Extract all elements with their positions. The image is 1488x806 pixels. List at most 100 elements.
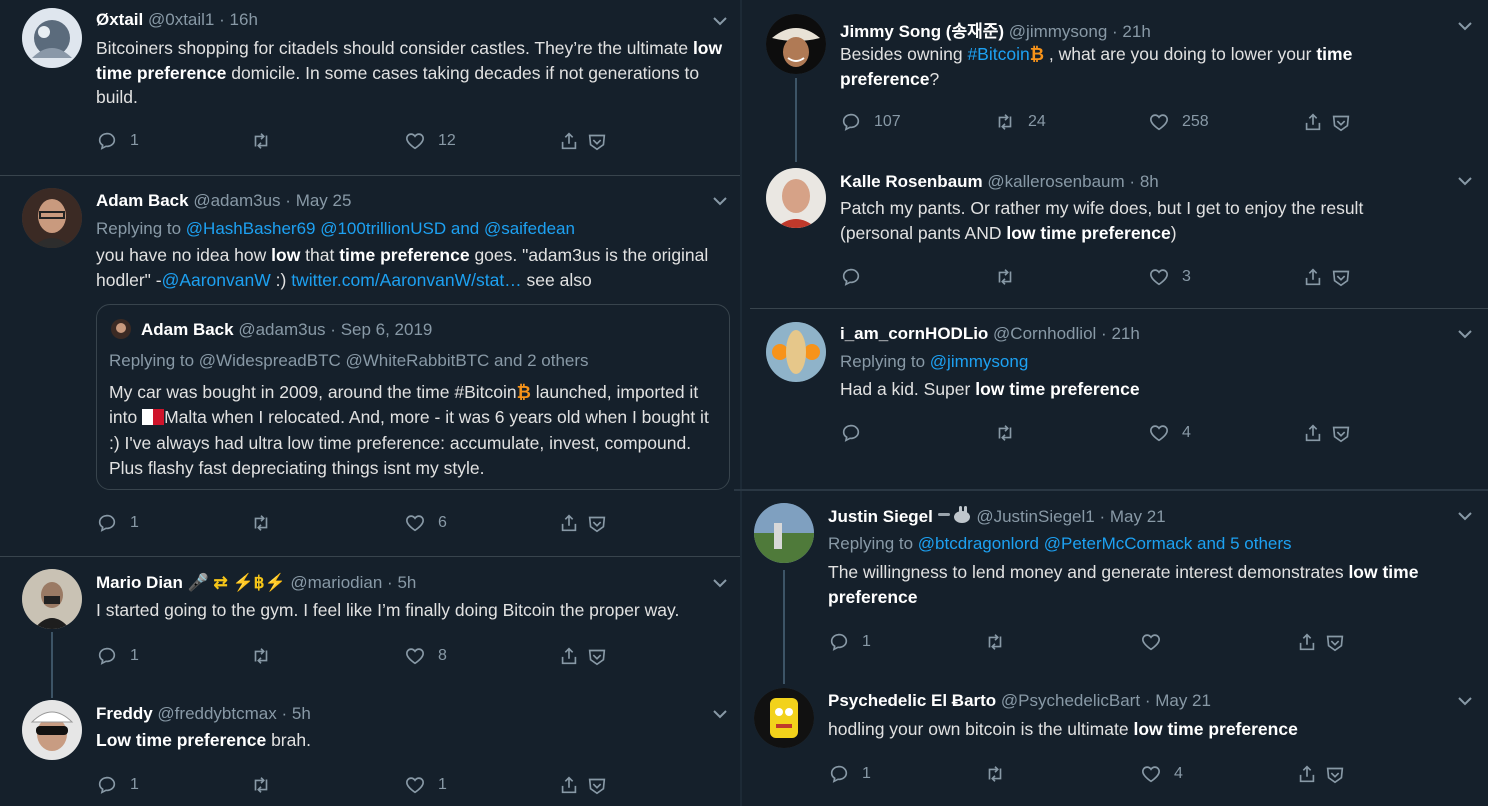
timestamp[interactable]: May 21 xyxy=(1155,691,1211,710)
like-button[interactable]: 1 xyxy=(404,773,447,797)
display-name[interactable]: Jimmy Song (송재준) xyxy=(840,22,1004,41)
bookmark-icon[interactable] xyxy=(586,774,608,796)
avatar[interactable] xyxy=(754,503,814,563)
avatar[interactable] xyxy=(22,8,82,68)
handle[interactable]: @jimmysong xyxy=(1009,22,1108,41)
like-button[interactable]: 12 xyxy=(404,129,456,153)
share-button[interactable] xyxy=(1302,421,1352,445)
handle[interactable]: @JustinSiegel1 xyxy=(976,507,1094,526)
retweet-button[interactable] xyxy=(984,762,1018,786)
handle[interactable]: @PsychedelicBart xyxy=(1001,691,1140,710)
bookmark-icon[interactable] xyxy=(586,130,608,152)
timestamp[interactable]: 21h xyxy=(1122,22,1150,41)
bookmark-icon[interactable] xyxy=(1330,111,1352,133)
handle[interactable]: @freddybtcmax xyxy=(157,704,276,723)
like-button[interactable]: 4 xyxy=(1148,421,1191,445)
avatar[interactable] xyxy=(22,188,82,248)
retweet-button[interactable] xyxy=(984,630,1018,654)
retweet-button[interactable] xyxy=(250,511,284,535)
avatar[interactable] xyxy=(22,700,82,760)
handle[interactable]: @adam3us xyxy=(193,191,280,210)
display-name[interactable]: Adam Back xyxy=(96,191,189,210)
display-name[interactable]: Psychedelic El Ƀarto xyxy=(828,691,996,710)
bookmark-icon[interactable] xyxy=(586,645,608,667)
retweet-button[interactable] xyxy=(250,129,284,153)
timestamp[interactable]: 21h xyxy=(1111,324,1139,343)
reply-button[interactable]: 1 xyxy=(828,630,871,654)
bookmark-icon[interactable] xyxy=(1330,266,1352,288)
handle[interactable]: @kallerosenbaum xyxy=(987,172,1124,191)
tweet-card[interactable]: i_am_cornHODLio @Cornhodliol · 21h Reply… xyxy=(742,309,1488,487)
tweet-card[interactable]: Mario Dian 🎤 ⇄ ⚡฿⚡ @mariodian · 5h I sta… xyxy=(0,557,740,687)
retweet-button[interactable] xyxy=(994,421,1028,445)
share-button[interactable] xyxy=(1302,265,1352,289)
display-name[interactable]: Kalle Rosenbaum xyxy=(840,172,983,191)
quoted-tweet[interactable]: Adam Back @adam3us · Sep 6, 2019 Replyin… xyxy=(96,304,730,490)
like-button[interactable]: 3 xyxy=(1148,265,1191,289)
tweet-card[interactable]: Jimmy Song (송재준) @jimmysong · 21h Beside… xyxy=(742,0,1488,160)
timestamp[interactable]: 5h xyxy=(292,704,311,723)
chevron-down-icon[interactable] xyxy=(711,192,729,210)
share-button[interactable] xyxy=(558,773,608,797)
reply-button[interactable]: 1 xyxy=(96,511,139,535)
timestamp[interactable]: May 25 xyxy=(296,191,352,210)
tweet-card[interactable]: Adam Back @adam3us · May 25 Replying to … xyxy=(0,176,740,556)
reply-button[interactable]: 1 xyxy=(96,129,139,153)
tweet-card[interactable]: Øxtail @0xtail1 · 16h Bitcoiners shoppin… xyxy=(0,0,740,175)
share-button[interactable] xyxy=(558,644,608,668)
display-name[interactable]: Mario Dian xyxy=(96,573,183,592)
bookmark-icon[interactable] xyxy=(586,512,608,534)
retweet-button[interactable] xyxy=(250,644,284,668)
replying-to-link[interactable]: @btcdragonlord @PeterMcCormack and 5 oth… xyxy=(918,534,1292,553)
like-button[interactable] xyxy=(1140,630,1174,654)
bookmark-icon[interactable] xyxy=(1324,631,1346,653)
display-name[interactable]: i_am_cornHODLio xyxy=(840,324,988,343)
avatar[interactable] xyxy=(766,322,826,382)
share-button[interactable] xyxy=(1302,110,1352,134)
timestamp[interactable]: 16h xyxy=(230,10,258,29)
tweet-card[interactable]: Freddy @freddybtcmax · 5h Low time prefe… xyxy=(0,688,740,806)
handle[interactable]: @0xtail1 xyxy=(148,10,214,29)
tweet-card[interactable]: Kalle Rosenbaum @kallerosenbaum · 8h Pat… xyxy=(742,160,1488,308)
tweet-card[interactable]: Justin Siegel @JustinSiegel1 · May 21 Re… xyxy=(742,491,1488,671)
reply-button[interactable]: 1 xyxy=(96,773,139,797)
like-button[interactable]: 258 xyxy=(1148,110,1209,134)
display-name[interactable]: Justin Siegel xyxy=(828,507,933,526)
avatar[interactable] xyxy=(754,688,814,748)
tweet-card[interactable]: Psychedelic El Ƀarto @PsychedelicBart · … xyxy=(742,676,1488,806)
share-button[interactable] xyxy=(558,129,608,153)
mention-link[interactable]: @AaronvanW xyxy=(162,270,271,290)
handle[interactable]: @mariodian xyxy=(290,573,382,592)
chevron-down-icon[interactable] xyxy=(711,574,729,592)
chevron-down-icon[interactable] xyxy=(1456,17,1474,35)
avatar[interactable] xyxy=(22,569,82,629)
timestamp[interactable]: 5h xyxy=(397,573,416,592)
avatar[interactable] xyxy=(766,14,826,74)
reply-button[interactable]: 1 xyxy=(96,644,139,668)
timestamp[interactable]: May 21 xyxy=(1110,507,1166,526)
bookmark-icon[interactable] xyxy=(1324,763,1346,785)
timestamp[interactable]: 8h xyxy=(1140,172,1159,191)
chevron-down-icon[interactable] xyxy=(711,705,729,723)
chevron-down-icon[interactable] xyxy=(711,12,729,30)
bookmark-icon[interactable] xyxy=(1330,422,1352,444)
like-button[interactable]: 6 xyxy=(404,511,447,535)
retweet-button[interactable] xyxy=(250,773,284,797)
like-button[interactable]: 4 xyxy=(1140,762,1183,786)
avatar[interactable] xyxy=(766,168,826,228)
chevron-down-icon[interactable] xyxy=(1456,507,1474,525)
replying-to-link[interactable]: @jimmysong xyxy=(930,352,1029,371)
chevron-down-icon[interactable] xyxy=(1456,172,1474,190)
retweet-button[interactable] xyxy=(994,265,1028,289)
reply-button[interactable]: 107 xyxy=(840,110,901,134)
reply-button[interactable] xyxy=(840,421,874,445)
share-button[interactable] xyxy=(1296,762,1346,786)
handle[interactable]: @Cornhodliol xyxy=(993,324,1096,343)
hashtag-link[interactable]: #Bitcoin xyxy=(967,44,1029,64)
chevron-down-icon[interactable] xyxy=(1456,692,1474,710)
retweet-button[interactable]: 24 xyxy=(994,110,1046,134)
reply-button[interactable]: 1 xyxy=(828,762,871,786)
replying-to-link[interactable]: @HashBasher69 @100trillionUSD and @saife… xyxy=(186,219,575,238)
share-button[interactable] xyxy=(1296,630,1346,654)
share-button[interactable] xyxy=(558,511,608,535)
